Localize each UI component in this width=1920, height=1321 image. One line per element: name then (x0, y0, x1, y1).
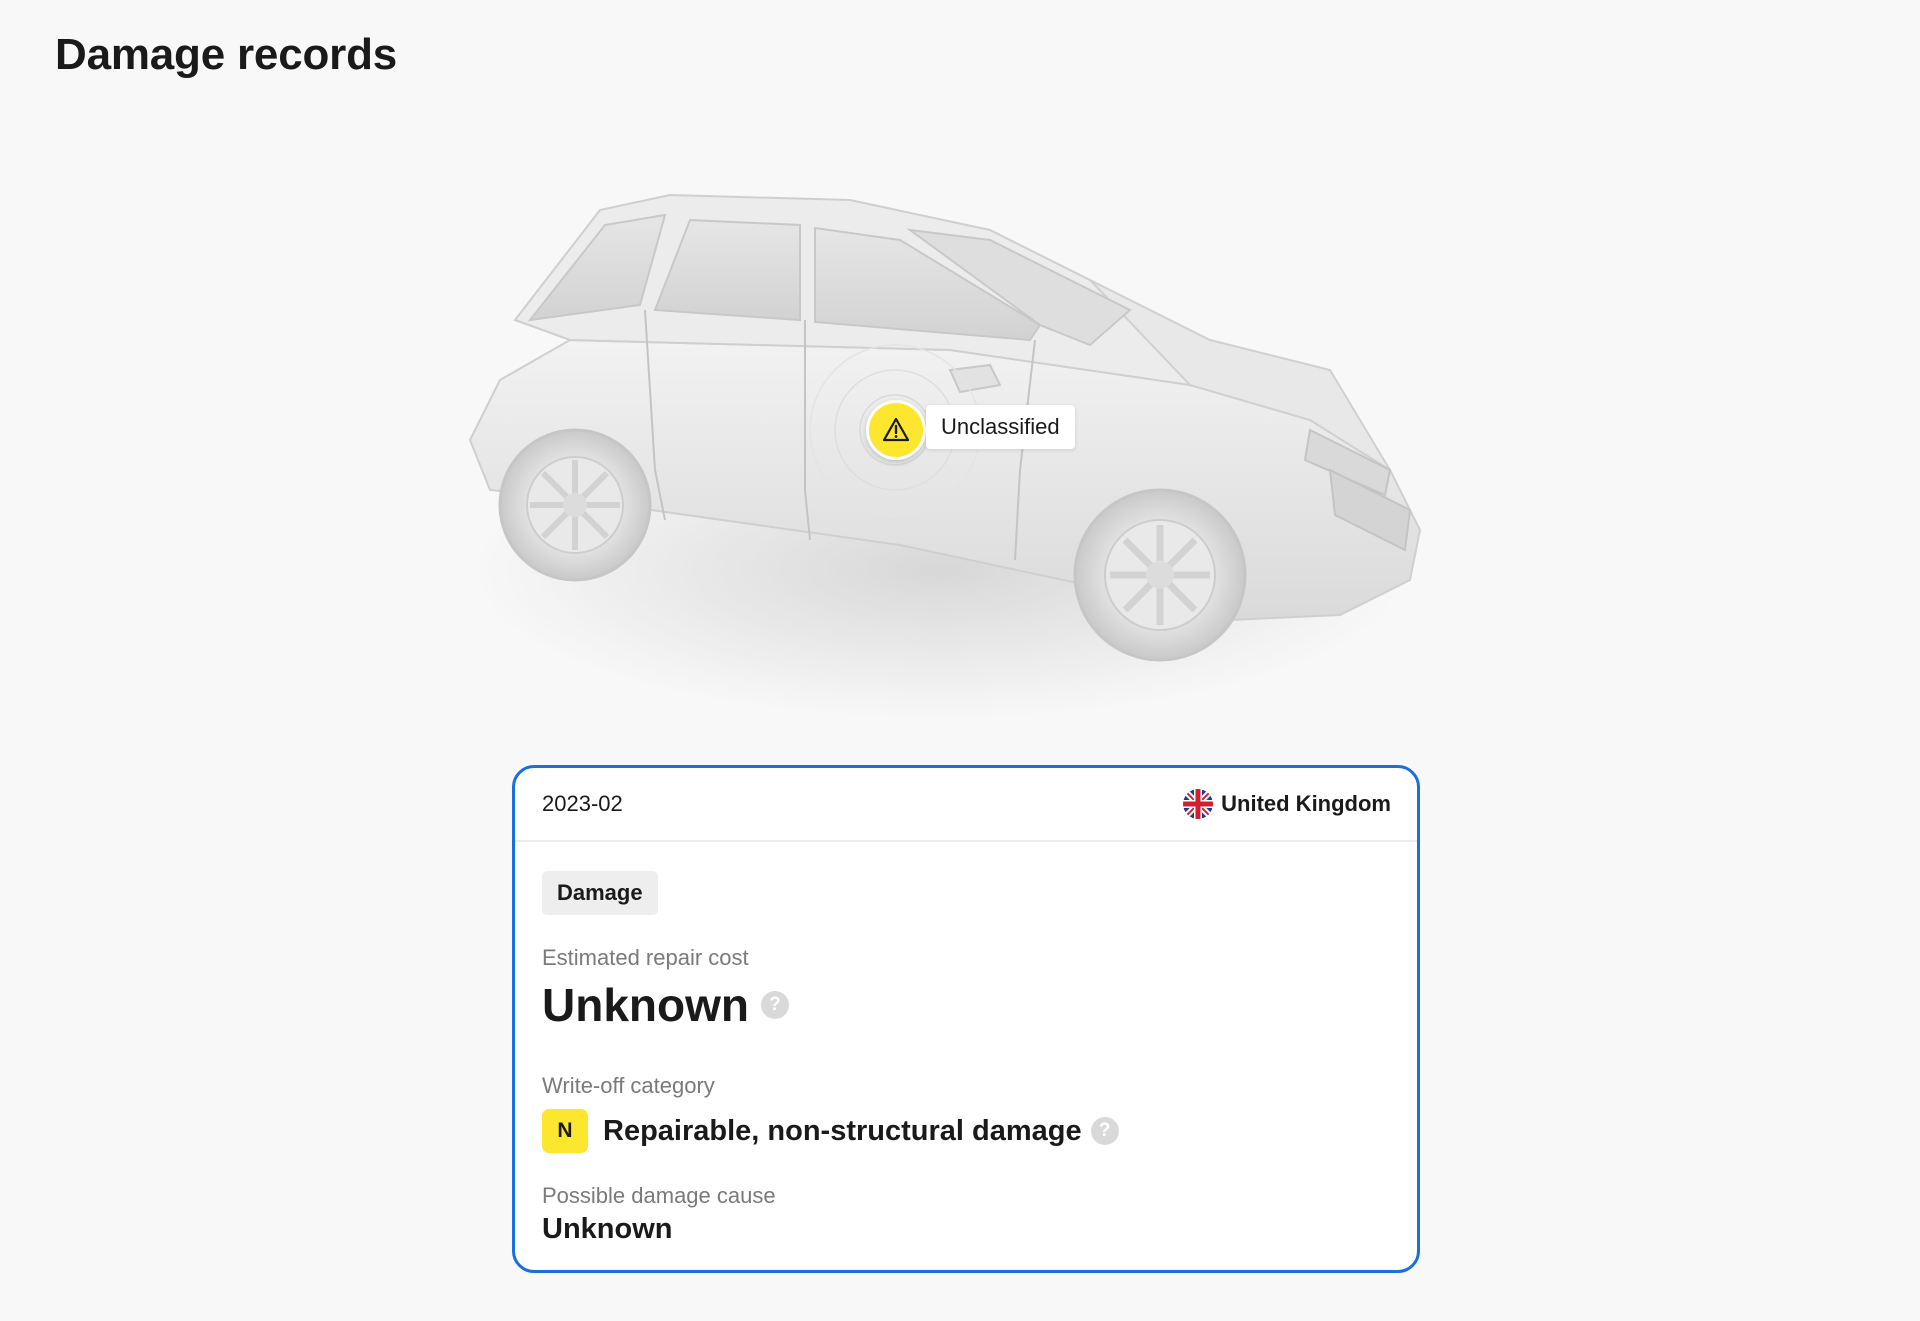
damage-marker[interactable] (866, 400, 926, 460)
vehicle-illustration (430, 170, 1490, 730)
write-off-label: Write-off category (542, 1073, 715, 1098)
record-country: United Kingdom (1183, 789, 1391, 819)
uk-flag-icon (1183, 789, 1214, 819)
repair-cost-label: Estimated repair cost (542, 945, 749, 970)
repair-cost-value: Unknown (542, 979, 749, 1031)
damage-marker-label: Unclassified (926, 405, 1075, 449)
repair-cost-question-icon[interactable]: ? (760, 991, 789, 1019)
write-off-value: Repairable, non-structural damage (603, 1114, 1082, 1147)
warning-icon (882, 417, 910, 442)
record-header: 2023-02 United Kingdom (515, 768, 1417, 842)
write-off-category-badge: N (542, 1109, 588, 1153)
page-title: Damage records (55, 30, 398, 79)
damage-record-card[interactable]: 2023-02 United Kingdom Damage Estimated … (512, 765, 1420, 1273)
country-name: United Kingdom (1221, 791, 1391, 816)
record-type-tag: Damage (542, 871, 658, 915)
damage-cause-label: Possible damage cause (542, 1183, 776, 1208)
record-date: 2023-02 (542, 791, 623, 816)
write-off-question-icon[interactable]: ? (1090, 1117, 1119, 1145)
damage-cause-value: Unknown (542, 1213, 673, 1245)
